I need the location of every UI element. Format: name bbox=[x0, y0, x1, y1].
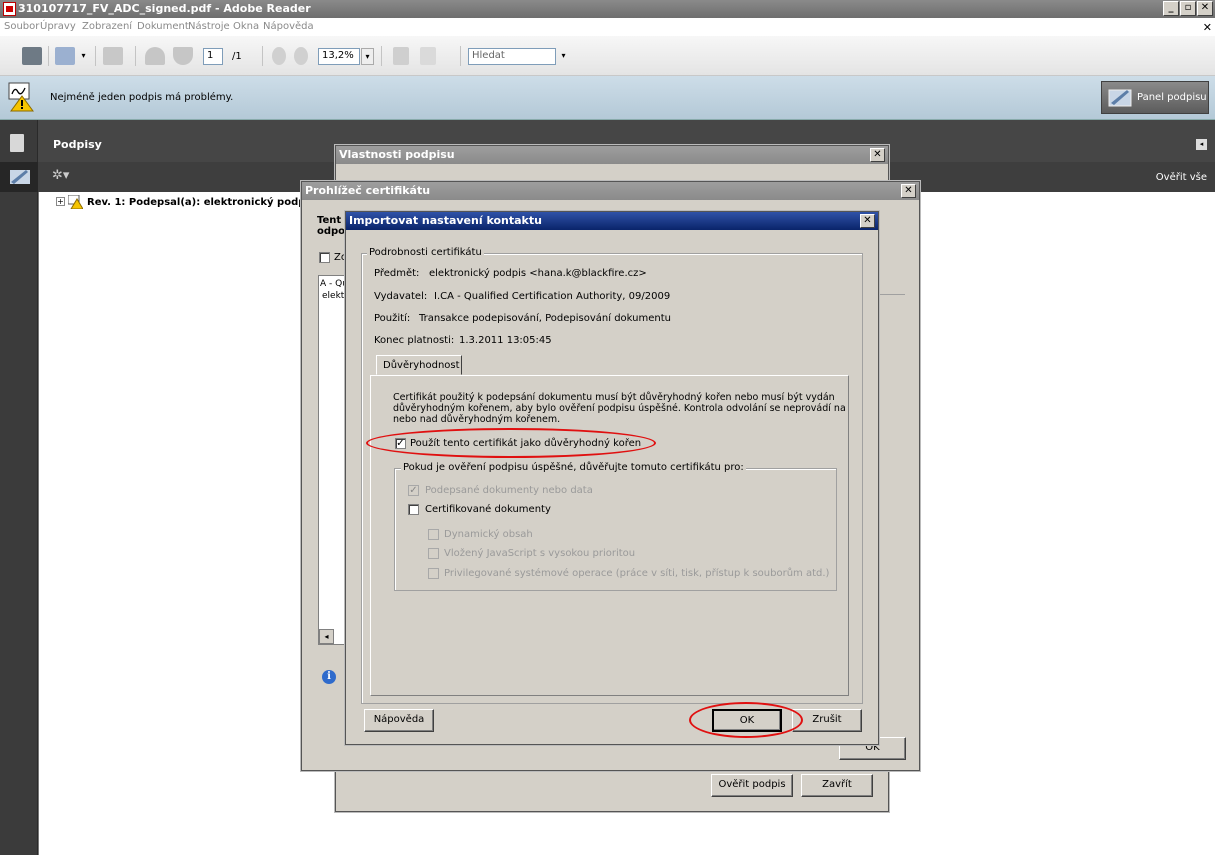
signature-properties-close-icon[interactable]: ✕ bbox=[870, 148, 885, 162]
collapse-panel-icon[interactable]: ◂ bbox=[1196, 139, 1207, 150]
certificate-path-root[interactable]: A - Qu bbox=[320, 279, 348, 289]
hand-tool-icon[interactable] bbox=[103, 47, 123, 65]
certificate-viewer-title: Prohlížeč certifikátu bbox=[305, 184, 431, 197]
embedded-js-label: Vložený JavaScript s vysokou prioritou bbox=[444, 548, 636, 559]
subject-value: elektronický podpis <hana.k@blackfire.cz… bbox=[429, 268, 647, 279]
menu-upravy[interactable]: Úpravy bbox=[40, 21, 76, 32]
zoom-out-icon[interactable] bbox=[272, 47, 286, 65]
trust-options-label: Pokud je ověření podpisu úspěšné, důvěřu… bbox=[401, 462, 746, 473]
tab-trust[interactable]: Důvěryhodnost bbox=[376, 355, 462, 375]
highlight-ok-button-oval bbox=[689, 702, 803, 738]
verify-signature-button[interactable]: Ověřit podpis bbox=[711, 774, 793, 797]
options-gear-icon[interactable]: ✲▾ bbox=[52, 168, 69, 183]
signature-warning-icon bbox=[8, 82, 34, 112]
issuer-value: I.CA - Qualified Certification Authority… bbox=[434, 291, 671, 302]
import-dialog-close-icon[interactable]: ✕ bbox=[860, 214, 875, 228]
usage-value: Transakce podepisování, Podepisování dok… bbox=[419, 313, 671, 324]
zoom-input[interactable]: 13,2% bbox=[318, 48, 360, 65]
certificate-viewer-close-icon[interactable]: ✕ bbox=[901, 184, 916, 198]
menu-okna[interactable]: Okna bbox=[233, 21, 259, 32]
signature-pen-icon bbox=[1108, 89, 1132, 107]
menu-dokument[interactable]: Dokument bbox=[137, 21, 189, 32]
signature-panel-label: Panel podpisu bbox=[1137, 92, 1207, 103]
certificate-viewer-titlebar: Prohlížeč certifikátu ✕ bbox=[302, 182, 919, 200]
trust-text-line2: důvěryhodným kořenem, aby bylo ověření p… bbox=[393, 403, 846, 414]
search-dropdown-icon[interactable]: ▾ bbox=[557, 48, 570, 65]
window-title: 310107717_FV_ADC_signed.pdf - Adobe Read… bbox=[18, 2, 311, 15]
subject-label: Předmět: bbox=[374, 268, 420, 279]
fit-page-icon[interactable] bbox=[420, 47, 436, 65]
previous-page-icon[interactable] bbox=[145, 47, 165, 65]
next-page-icon[interactable] bbox=[173, 47, 193, 65]
expiry-label: Konec platnosti: bbox=[374, 335, 455, 346]
zoom-in-icon[interactable] bbox=[294, 47, 308, 65]
toolbar: ▾ 1 /1 13,2% ▾ Hledat ▾ bbox=[0, 36, 1215, 76]
info-icon: i bbox=[322, 670, 336, 684]
close-button[interactable]: Zavřít bbox=[801, 774, 873, 797]
highlight-root-checkbox-oval bbox=[366, 428, 656, 458]
expand-tree-icon[interactable]: + bbox=[56, 197, 65, 206]
pdf-file-icon bbox=[3, 2, 16, 16]
certificate-viewer-intro-line1: Tent bbox=[317, 215, 342, 226]
import-contact-settings-title: Importovat nastavení kontaktu bbox=[349, 214, 542, 227]
signature-properties-titlebar: Vlastnosti podpisu ✕ bbox=[336, 146, 888, 164]
document-message-bar: Nejméně jeden podpis má problémy. Panel … bbox=[0, 76, 1215, 120]
tab-trust-label: Důvěryhodnost bbox=[383, 360, 460, 371]
close-document-icon[interactable]: ✕ bbox=[1203, 21, 1212, 34]
menu-soubor[interactable]: Soubor bbox=[4, 21, 39, 32]
fit-width-icon[interactable] bbox=[393, 47, 409, 65]
scroll-left-icon[interactable]: ◂ bbox=[319, 629, 334, 644]
certified-documents-checkbox[interactable] bbox=[408, 504, 419, 515]
menu-nastroje[interactable]: Nástroje bbox=[188, 21, 230, 32]
dynamic-content-checkbox[interactable] bbox=[428, 529, 439, 540]
certificate-viewer-intro-line2: odpo bbox=[317, 226, 346, 237]
pages-icon[interactable] bbox=[10, 134, 24, 152]
trust-text-line3: nebo nad důvěryhodným kořenem. bbox=[393, 414, 561, 425]
issuer-label: Vydavatel: bbox=[374, 291, 428, 302]
dynamic-content-label: Dynamický obsah bbox=[444, 529, 533, 540]
print-icon[interactable] bbox=[22, 47, 42, 65]
zoom-dropdown-icon[interactable]: ▾ bbox=[361, 48, 374, 65]
minimize-button[interactable]: _ bbox=[1163, 1, 1179, 16]
search-input[interactable]: Hledat bbox=[468, 48, 556, 65]
menu-bar: Soubor Úpravy Zobrazení Dokument Nástroj… bbox=[0, 18, 1215, 36]
certified-documents-label: Certifikované dokumenty bbox=[425, 504, 551, 515]
signed-documents-label: Podepsané dokumenty nebo data bbox=[425, 485, 593, 496]
maximize-button[interactable]: ▫ bbox=[1180, 1, 1196, 16]
show-all-paths-checkbox[interactable] bbox=[319, 252, 330, 263]
help-button[interactable]: Nápověda bbox=[364, 709, 434, 732]
menu-napoveda[interactable]: Nápověda bbox=[263, 21, 314, 32]
signatures-nav-icon[interactable] bbox=[9, 168, 31, 186]
privileged-operations-label: Privilegované systémové operace (práce v… bbox=[444, 568, 830, 579]
embedded-js-checkbox[interactable] bbox=[428, 548, 439, 559]
message-text: Nejméně jeden podpis má problémy. bbox=[50, 92, 234, 103]
share-dropdown-icon[interactable]: ▾ bbox=[77, 48, 90, 65]
page-number-input[interactable]: 1 bbox=[203, 48, 223, 65]
privileged-operations-checkbox[interactable] bbox=[428, 568, 439, 579]
signature-properties-title: Vlastnosti podpisu bbox=[339, 148, 455, 161]
signature-panel-button[interactable]: Panel podpisu bbox=[1101, 81, 1209, 114]
signatures-panel-title: Podpisy bbox=[53, 138, 102, 151]
verify-all-link[interactable]: Ověřit vše bbox=[1156, 172, 1207, 183]
expiry-value: 1.3.2011 13:05:45 bbox=[459, 335, 552, 346]
import-contact-settings-titlebar: Importovat nastavení kontaktu ✕ bbox=[346, 212, 878, 230]
certificate-details-label: Podrobnosti certifikátu bbox=[367, 247, 484, 258]
navigation-pane bbox=[0, 120, 38, 855]
import-contact-settings-dialog: Importovat nastavení kontaktu ✕ Podrobno… bbox=[345, 211, 879, 745]
window-titlebar: 310107717_FV_ADC_signed.pdf - Adobe Read… bbox=[0, 0, 1215, 18]
signature-warning-small-icon bbox=[68, 195, 83, 209]
close-window-button[interactable]: ✕ bbox=[1197, 1, 1213, 16]
trust-text-line1: Certifikát použitý k podepsání dokumentu… bbox=[393, 392, 835, 403]
certificate-path-leaf[interactable]: elekt bbox=[322, 291, 344, 301]
share-icon[interactable] bbox=[55, 47, 75, 65]
signed-documents-checkbox[interactable]: ✓ bbox=[408, 485, 419, 496]
menu-zobrazeni[interactable]: Zobrazení bbox=[82, 21, 132, 32]
page-total: /1 bbox=[232, 51, 242, 62]
usage-label: Použití: bbox=[374, 313, 411, 324]
signature-tree-item[interactable]: Rev. 1: Podepsal(a): elektronický podpis bbox=[87, 197, 315, 208]
